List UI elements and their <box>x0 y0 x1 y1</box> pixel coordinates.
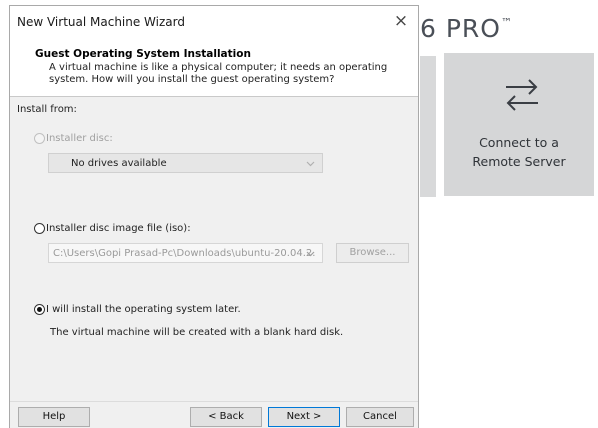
installer-disc-radio[interactable] <box>34 133 45 144</box>
dialog-title: New Virtual Machine Wizard <box>17 15 185 29</box>
close-icon[interactable]: × <box>392 11 410 31</box>
title-bar: New Virtual Machine Wizard × <box>10 6 418 37</box>
wizard-header: Guest Operating System Installation A vi… <box>10 37 418 97</box>
drive-select-value: No drives available <box>71 158 167 169</box>
next-button[interactable]: Next > <box>268 407 340 427</box>
drive-select[interactable]: No drives available <box>48 153 323 173</box>
back-button[interactable]: < Back <box>190 407 262 427</box>
step-title: Guest Operating System Installation <box>35 48 251 60</box>
iso-path-combo[interactable]: C:\Users\Gopi Prasad-Pc\Downloads\ubuntu… <box>48 243 323 263</box>
connect-remote-server-tile[interactable]: Connect to a Remote Server <box>444 53 594 196</box>
installer-disc-label: Installer disc: <box>46 133 113 144</box>
step-description: A virtual machine is like a physical com… <box>49 62 388 85</box>
browse-button[interactable]: Browse... <box>336 243 409 263</box>
install-later-label: I will install the operating system late… <box>46 304 241 315</box>
iso-path-value: C:\Users\Gopi Prasad-Pc\Downloads\ubuntu… <box>53 248 316 259</box>
chevron-down-icon <box>306 251 315 257</box>
new-vm-wizard-dialog: New Virtual Machine Wizard × Guest Opera… <box>9 5 419 428</box>
cancel-button[interactable]: Cancel <box>346 407 414 427</box>
install-later-note: The virtual machine will be created with… <box>50 327 344 338</box>
brand-text: 6 PRO™ <box>420 14 513 43</box>
chevron-down-icon <box>306 161 315 167</box>
iso-radio[interactable] <box>34 223 45 234</box>
install-from-label: Install from: <box>17 104 77 115</box>
connect-tile-label: Connect to a Remote Server <box>472 135 566 169</box>
swap-arrows-icon <box>506 79 538 111</box>
footer-divider <box>10 401 418 402</box>
install-later-radio[interactable] <box>34 304 45 315</box>
background-tile-partial <box>420 56 436 197</box>
iso-label: Installer disc image file (iso): <box>46 223 191 234</box>
help-button[interactable]: Help <box>18 407 90 427</box>
